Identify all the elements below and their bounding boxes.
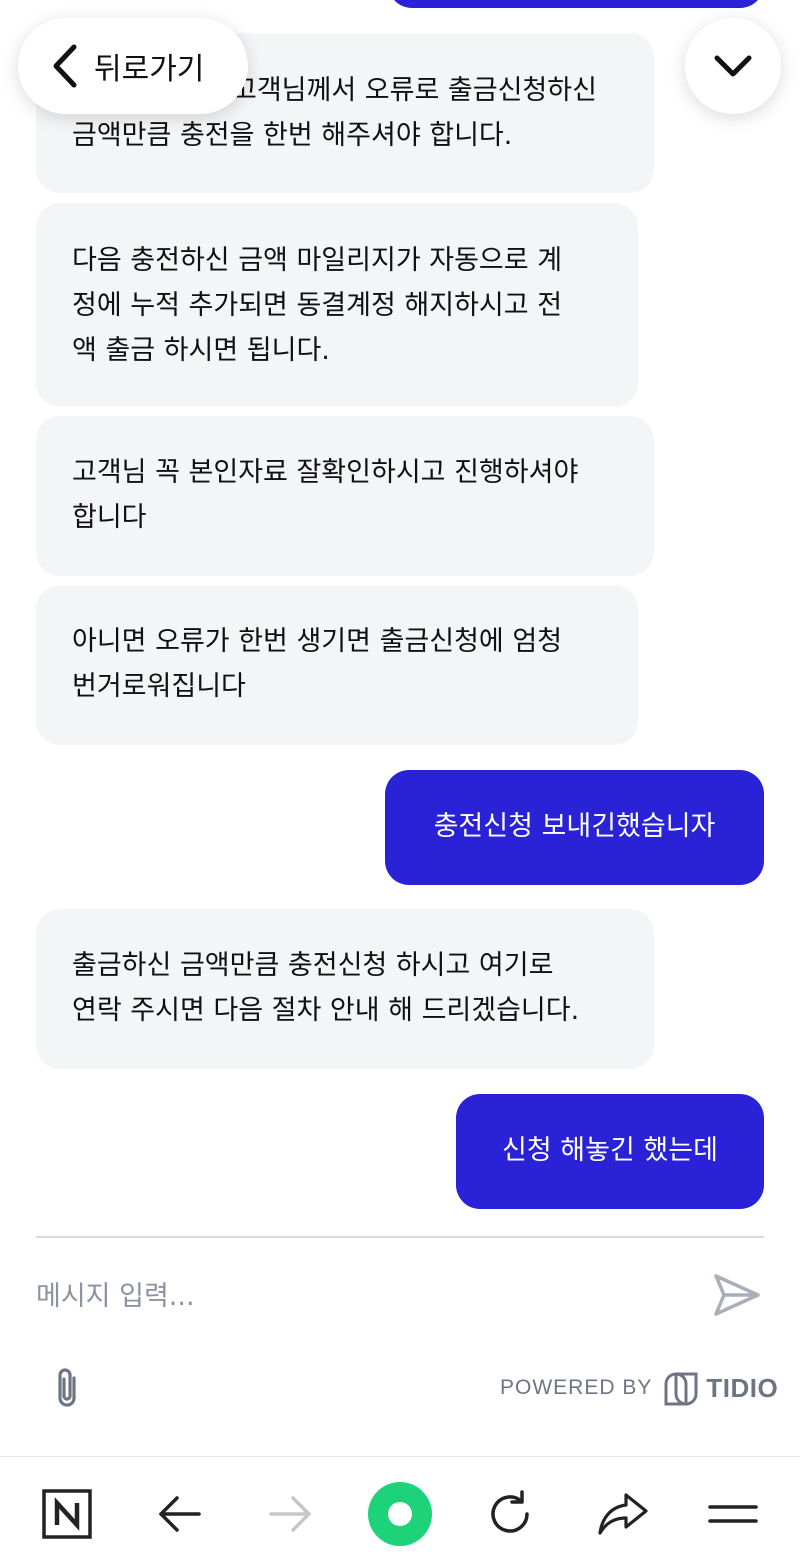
forward-arrow-icon-svg (269, 1496, 311, 1532)
powered-by-label: POWERED BY (500, 1376, 653, 1399)
message-line: 정에 누적 추가되면 동결계정 해지하시고 전 (72, 290, 563, 321)
message-line: 연락 주시면 다음 절차 안내 해 드리겠습니다. (72, 995, 580, 1026)
share-icon[interactable] (588, 1479, 658, 1549)
back-arrow-icon[interactable] (145, 1479, 215, 1549)
back-arrow-icon-svg (159, 1496, 201, 1532)
paperclip-icon[interactable] (52, 1366, 82, 1410)
minimize-chat-button[interactable] (685, 18, 781, 114)
forward-arrow-icon (255, 1479, 325, 1549)
browser-nav-bar (0, 1456, 800, 1567)
message-line: 금액만큼 충전을 한번 해주셔야 합니다. (72, 120, 513, 151)
green-dot-home-icon-svg (368, 1482, 432, 1546)
refresh-icon-svg (491, 1490, 529, 1533)
menu-icon[interactable] (698, 1479, 768, 1549)
chat-window: 고객님께서 오류로 출금신청하신 금액만큼 충전을 한번 해주셔야 합니다. 다… (0, 0, 800, 1236)
back-button-label: 뒤로가기 (94, 52, 205, 87)
chevron-down-icon (714, 55, 752, 77)
message-bubble-visitor: 충전신청 보내긴했습니자 (385, 770, 764, 885)
share-icon-svg (598, 1493, 648, 1535)
composer-divider (36, 1236, 764, 1238)
message-line: 충전신청 보내긴했습니자 (433, 811, 716, 842)
refresh-icon[interactable] (475, 1479, 545, 1549)
powered-by-tidio[interactable]: POWERED BY TIDIO (500, 1368, 778, 1408)
brand-name: TIDIO (706, 1372, 779, 1403)
message-bubble-visitor-partial (388, 0, 764, 8)
naver-n-icon-svg (42, 1489, 92, 1539)
back-button[interactable]: 뒤로가기 (18, 18, 248, 114)
send-icon[interactable] (712, 1270, 762, 1320)
message-line: 출금하신 금액만큼 충전신청 하시고 여기로 (72, 950, 554, 981)
message-line: 번거로워집니다 (72, 671, 246, 702)
message-line: 액 출금 하시면 됩니다. (72, 335, 330, 366)
message-line: 다음 충전하신 금액 마일리지가 자동으로 계 (72, 245, 563, 276)
menu-icon-svg (708, 1505, 758, 1523)
message-line: 아니면 오류가 한번 생기면 출금신청에 엄청 (72, 626, 563, 657)
green-dot-home-icon[interactable] (365, 1479, 435, 1549)
message-bubble-operator: 다음 충전하신 금액 마일리지가 자동으로 계 정에 누적 추가되면 동결계정 … (36, 203, 638, 407)
message-bubble-operator: 출금하신 금액만큼 충전신청 하시고 여기로 연락 주시면 다음 절차 안내 해… (36, 909, 654, 1069)
message-bubble-visitor: 신청 해놓긴 했는데 (456, 1094, 764, 1209)
message-line: 고객님 꼭 본인자료 잘확인하시고 진행하셔야 (72, 457, 579, 488)
message-bubble-operator: 아니면 오류가 한번 생기면 출금신청에 엄청 번거로워집니다 (36, 585, 638, 745)
message-line: 신청 해놓긴 했는데 (502, 1135, 718, 1166)
tidio-logo-icon (664, 1372, 698, 1406)
naver-n-icon[interactable] (32, 1479, 102, 1549)
message-line: 합니다 (72, 502, 147, 533)
message-input[interactable] (36, 1266, 686, 1326)
chevron-left-icon (53, 44, 77, 88)
message-bubble-operator: 고객님 꼭 본인자료 잘확인하시고 진행하셔야 합니다 (36, 416, 654, 576)
